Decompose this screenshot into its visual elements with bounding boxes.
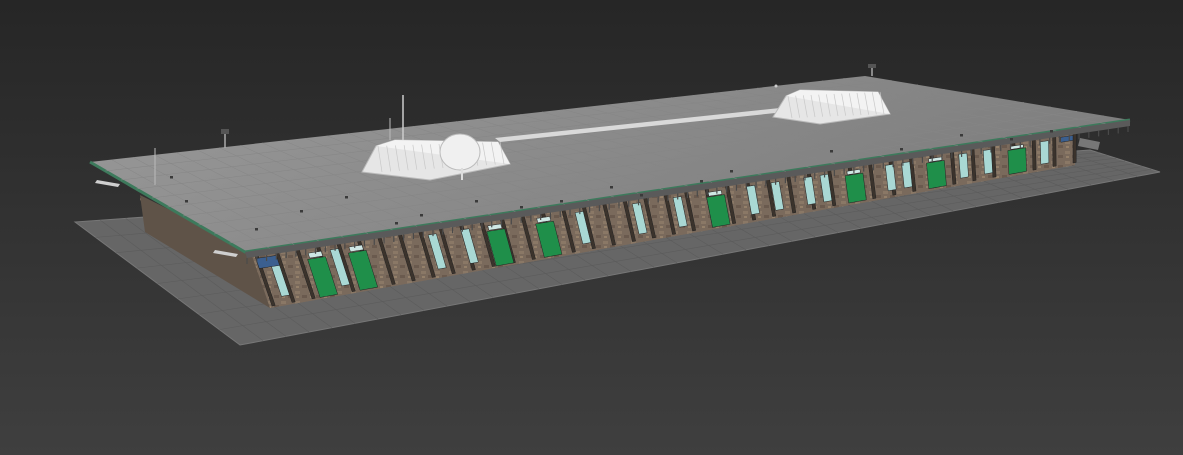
- building-scene: [0, 0, 1183, 455]
- door: [1007, 147, 1027, 175]
- roof-vent: [300, 210, 303, 213]
- window: [958, 152, 969, 179]
- window: [1040, 140, 1050, 165]
- roof-vent: [1010, 138, 1013, 141]
- window: [982, 149, 993, 175]
- roof-vent: [185, 200, 188, 203]
- 3d-viewport[interactable]: [0, 0, 1183, 455]
- roof-vent: [640, 194, 643, 197]
- door: [926, 160, 947, 190]
- roof-vent: [700, 180, 703, 183]
- roof-vent: [730, 170, 733, 173]
- roof-vent: [560, 200, 563, 203]
- roof-vent: [420, 214, 423, 217]
- roof-vent: [395, 222, 398, 225]
- roof-vent: [520, 206, 523, 209]
- roof-vent: [255, 228, 258, 231]
- roof-vent: [830, 150, 833, 153]
- door: [844, 172, 867, 204]
- roof-vent: [345, 196, 348, 199]
- roof-vent: [1050, 130, 1053, 133]
- roof-vent: [170, 176, 173, 179]
- roof-vent: [900, 148, 903, 151]
- roof-vent: [960, 134, 963, 137]
- roof-vent: [475, 200, 478, 203]
- roof-vent: [610, 186, 613, 189]
